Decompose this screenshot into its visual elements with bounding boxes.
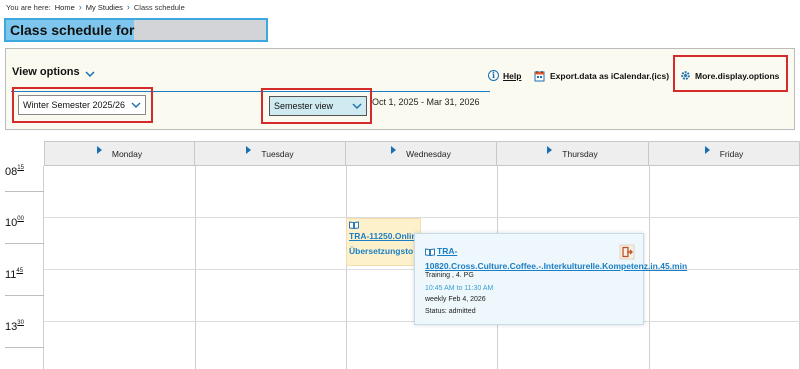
breadcrumb: You are here: Home › My Studies › Class …	[6, 2, 185, 13]
popup-date: weekly Feb 4, 2026	[425, 296, 486, 303]
semester-select-value: Winter Semester 2025/26	[23, 100, 126, 110]
help-label: Help	[503, 70, 522, 81]
day-header-tuesday[interactable]: Tuesday	[195, 141, 346, 166]
view-options-title[interactable]: View options	[12, 66, 80, 78]
triangle-right-icon	[96, 145, 102, 154]
grid-line	[44, 217, 800, 218]
chevron-down-icon	[352, 103, 362, 109]
breadcrumb-class-schedule: Class schedule	[133, 3, 185, 12]
breadcrumb-prefix: You are here:	[6, 3, 51, 12]
breadcrumb-home[interactable]: Home	[55, 3, 75, 12]
event-tra-11250[interactable]: TRA-11250.Onlin Übersetzungsto	[346, 218, 421, 266]
grid-line	[346, 166, 347, 369]
exit-icon[interactable]	[619, 244, 635, 260]
event-title: TRA-11250.Onlin	[349, 231, 417, 241]
book-icon	[425, 248, 435, 256]
event-detail-popup: TRA-10820.Cross.Culture.Coffee.-.Interku…	[414, 233, 687, 325]
time-label: 1330	[5, 320, 24, 333]
day-label: Wednesday	[406, 148, 451, 159]
triangle-right-icon	[547, 145, 553, 154]
triangle-right-icon	[391, 145, 397, 154]
day-header-thursday[interactable]: Thursday	[497, 141, 649, 166]
export-label: Export.data as iCalendar.(ics)	[550, 71, 670, 81]
time-label: 0815	[5, 165, 24, 178]
chevron-right-icon: ›	[78, 2, 82, 12]
triangle-right-icon	[704, 145, 710, 154]
calendar-export-icon	[534, 71, 545, 82]
day-label: Tuesday	[261, 148, 294, 159]
semester-select[interactable]: Winter Semester 2025/26	[18, 95, 146, 115]
popup-status: Status: admitted	[425, 308, 476, 315]
view-options-panel: View options Winter Semester 2025/26 Sem…	[5, 48, 795, 130]
chevron-right-icon: ›	[126, 2, 130, 12]
calendar-grid: Monday Tuesday Wednesday Thursday Friday…	[5, 141, 800, 369]
day-label: Monday	[111, 148, 143, 159]
popup-event-title-link[interactable]: TRA-10820.Cross.Culture.Coffee.-.Interku…	[425, 244, 687, 274]
event-subtitle: Übersetzungsto	[349, 246, 414, 256]
day-label: Thursday	[562, 148, 598, 159]
day-header-wednesday[interactable]: Wednesday	[346, 141, 497, 166]
time-label: 1000	[5, 216, 24, 229]
grid-line	[5, 295, 44, 296]
grid-line	[5, 243, 44, 244]
info-icon: i	[488, 70, 499, 81]
export-ical-link[interactable]: Export.data as iCalendar.(ics)	[534, 70, 669, 82]
grid-line	[195, 166, 196, 369]
gear-icon	[681, 71, 690, 80]
breadcrumb-my-studies[interactable]: My Studies	[86, 3, 123, 12]
grid-line	[5, 191, 44, 192]
day-label: Friday	[719, 148, 744, 159]
help-link[interactable]: i Help	[488, 70, 521, 81]
day-header-monday[interactable]: Monday	[44, 141, 195, 166]
day-header-friday[interactable]: Friday	[649, 141, 800, 166]
time-column: 0815 1000 1145 1330	[5, 165, 44, 369]
popup-time: 10:45 AM to 11:30 AM	[425, 285, 494, 292]
class-schedule-page: You are here: Home › My Studies › Class …	[0, 0, 800, 369]
more-display-options-link[interactable]: More.display.options	[680, 70, 779, 81]
more-options-label: More.display.options	[695, 70, 780, 81]
time-label: 1145	[5, 268, 24, 281]
popup-type: Training , 4. PG	[425, 272, 474, 279]
triangle-right-icon	[246, 145, 252, 154]
date-range: Oct 1, 2025 - Mar 31, 2026	[372, 97, 480, 107]
book-icon	[349, 221, 359, 229]
page-title-bar: Class schedule for	[4, 18, 268, 42]
page-title: Class schedule for	[6, 20, 135, 40]
grid-line	[5, 347, 44, 348]
view-mode-select-value: Semester view	[274, 101, 334, 111]
chevron-down-icon	[131, 102, 141, 108]
view-mode-select[interactable]: Semester view	[269, 96, 367, 116]
chevron-down-icon[interactable]	[85, 69, 95, 79]
